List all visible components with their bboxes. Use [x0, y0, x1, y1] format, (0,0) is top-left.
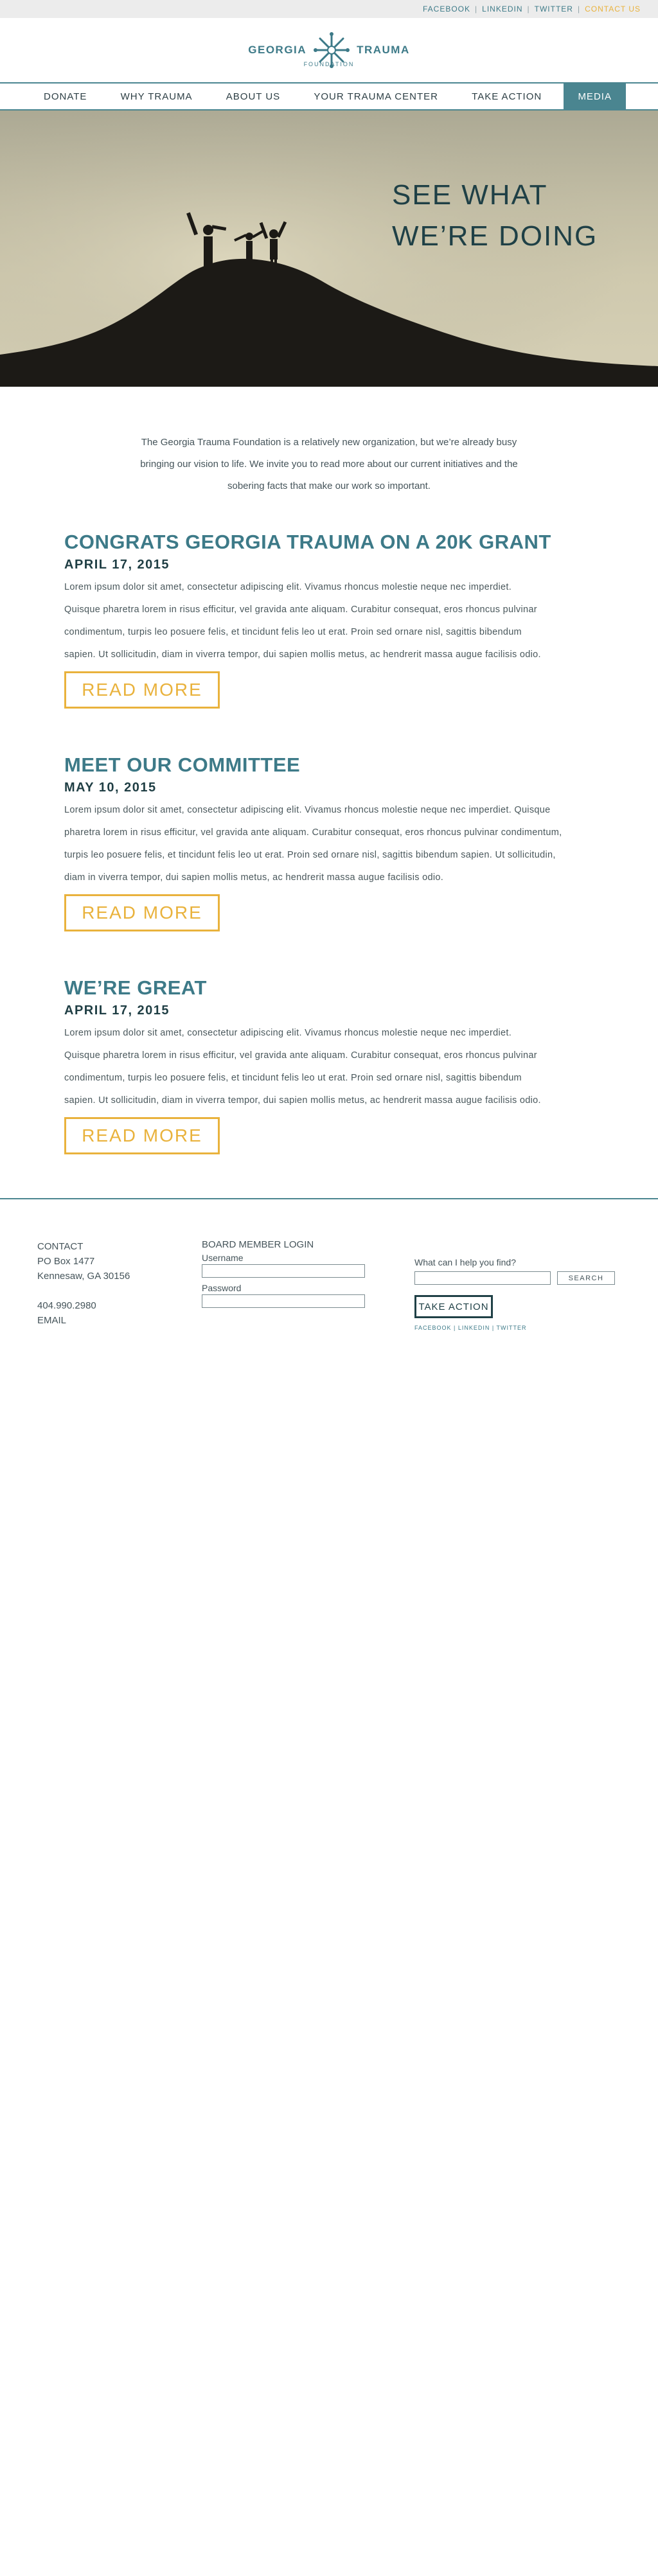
twitter-link[interactable]: TWITTER — [530, 4, 578, 13]
search-input[interactable] — [414, 1271, 551, 1285]
post-body: Lorem ipsum dolor sit amet, consectetur … — [64, 576, 594, 666]
search-label: What can I help you find? — [414, 1257, 516, 1267]
post-date: MAY 10, 2015 — [64, 781, 157, 795]
post-date: APRIL 17, 2015 — [64, 1003, 170, 1018]
phone-number[interactable]: 404.990.2980 — [37, 1298, 130, 1313]
username-label: Username — [202, 1253, 244, 1263]
footer-login: BOARD MEMBER LOGIN Username Password — [202, 1239, 365, 1308]
post-body-line: Lorem ipsum dolor sit amet, consectetur … — [64, 1028, 512, 1038]
intro-line: sobering facts that make our work so imp… — [227, 481, 431, 491]
post-item: WE’RE GREAT APRIL 17, 2015 Lorem ipsum d… — [64, 975, 594, 1154]
facebook-link[interactable]: FACEBOOK — [418, 4, 475, 13]
nav-item-donate[interactable]: DONATE — [32, 84, 98, 109]
post-title[interactable]: CONGRATS GEORGIA TRAUMA ON A 20K GRANT — [64, 529, 594, 555]
logo-word-right: TRAUMA — [357, 44, 410, 56]
site-logo[interactable]: GEORGIA TRAUMA FOUNDATION — [248, 30, 409, 70]
search-button[interactable]: SEARCH — [557, 1271, 615, 1285]
email-link[interactable]: EMAIL — [37, 1313, 130, 1328]
address-line: Kennesaw, GA 30156 — [37, 1271, 130, 1282]
post-body-line: Lorem ipsum dolor sit amet, consectetur … — [64, 582, 512, 592]
post-body-line: pharetra lorem in risus efficitur, vel g… — [64, 827, 562, 838]
top-utility-bar: FACEBOOK | LINKEDIN | TWITTER | CONTACT … — [0, 0, 658, 18]
site-footer: CONTACT PO Box 1477 Kennesaw, GA 30156 4… — [0, 1199, 658, 1366]
hero-banner: SEE WHAT WE’RE DOING — [0, 110, 658, 387]
hero-heading-line-2: WE’RE DOING — [392, 220, 598, 252]
post-body-line: turpis leo posuere felis, et tincidunt f… — [64, 850, 556, 860]
post-body-line: sapien. Ut sollicitudin, diam in viverra… — [64, 649, 541, 660]
post-item: MEET OUR COMMITTEE MAY 10, 2015 Lorem ip… — [64, 752, 594, 931]
password-field[interactable] — [202, 1294, 365, 1308]
main-nav: DONATE WHY TRAUMA ABOUT US YOUR TRAUMA C… — [0, 82, 658, 110]
post-title[interactable]: MEET OUR COMMITTEE — [64, 752, 594, 778]
contact-us-link[interactable]: CONTACT US — [580, 4, 645, 13]
contact-heading: CONTACT — [37, 1241, 84, 1252]
logo-word-left: GEORGIA — [248, 44, 307, 56]
nav-item-media[interactable]: MEDIA — [564, 84, 626, 109]
post-body-line: Quisque pharetra lorem in risus efficitu… — [64, 604, 537, 615]
password-label: Password — [202, 1283, 242, 1293]
site-header: GEORGIA TRAUMA FOUNDATION — [0, 18, 658, 82]
hero-heading: SEE WHAT WE’RE DOING — [392, 175, 623, 257]
address-line: PO Box 1477 — [37, 1256, 95, 1267]
post-body-line: sapien. Ut sollicitudin, diam in viverra… — [64, 1095, 541, 1106]
username-field[interactable] — [202, 1264, 365, 1278]
post-date: APRIL 17, 2015 — [64, 558, 170, 572]
post-body: Lorem ipsum dolor sit amet, consectetur … — [64, 799, 594, 889]
login-heading: BOARD MEMBER LOGIN — [202, 1239, 314, 1250]
post-body-line: Quisque pharetra lorem in risus efficitu… — [64, 1050, 537, 1061]
footer-social-links[interactable]: FACEBOOK | LINKEDIN | TWITTER — [414, 1325, 615, 1331]
post-body-line: Lorem ipsum dolor sit amet, consectetur … — [64, 805, 551, 815]
post-body-line: diam in viverra tempor, dui sapien molli… — [64, 872, 444, 883]
post-item: CONGRATS GEORGIA TRAUMA ON A 20K GRANT A… — [64, 529, 594, 709]
post-title[interactable]: WE’RE GREAT — [64, 975, 594, 1001]
post-body-line: condimentum, turpis leo posuere felis, e… — [64, 1073, 522, 1083]
post-body: Lorem ipsum dolor sit amet, consectetur … — [64, 1022, 594, 1112]
post-list: CONGRATS GEORGIA TRAUMA ON A 20K GRANT A… — [0, 497, 658, 1154]
intro-text: The Georgia Trauma Foundation is a relat… — [111, 432, 547, 497]
nav-item-your-trauma-center[interactable]: YOUR TRAUMA CENTER — [302, 84, 450, 109]
search-row: SEARCH — [414, 1271, 615, 1285]
logo-subtitle: FOUNDATION — [303, 61, 355, 67]
read-more-button[interactable]: READ MORE — [64, 894, 220, 931]
nav-item-take-action[interactable]: TAKE ACTION — [460, 84, 553, 109]
hero-heading-line-1: SEE WHAT — [392, 179, 548, 211]
linkedin-link[interactable]: LINKEDIN — [477, 4, 527, 13]
take-action-button[interactable]: TAKE ACTION — [414, 1295, 493, 1318]
intro-line: bringing our vision to life. We invite y… — [140, 459, 518, 470]
footer-search: What can I help you find? SEARCH TAKE AC… — [414, 1257, 615, 1331]
read-more-button[interactable]: READ MORE — [64, 1117, 220, 1154]
nav-item-why-trauma[interactable]: WHY TRAUMA — [109, 84, 204, 109]
footer-contact: CONTACT PO Box 1477 Kennesaw, GA 30156 4… — [37, 1239, 130, 1328]
intro-line: The Georgia Trauma Foundation is a relat… — [141, 437, 517, 448]
nav-item-about-us[interactable]: ABOUT US — [215, 84, 292, 109]
post-body-line: condimentum, turpis leo posuere felis, e… — [64, 627, 522, 637]
read-more-button[interactable]: READ MORE — [64, 671, 220, 709]
